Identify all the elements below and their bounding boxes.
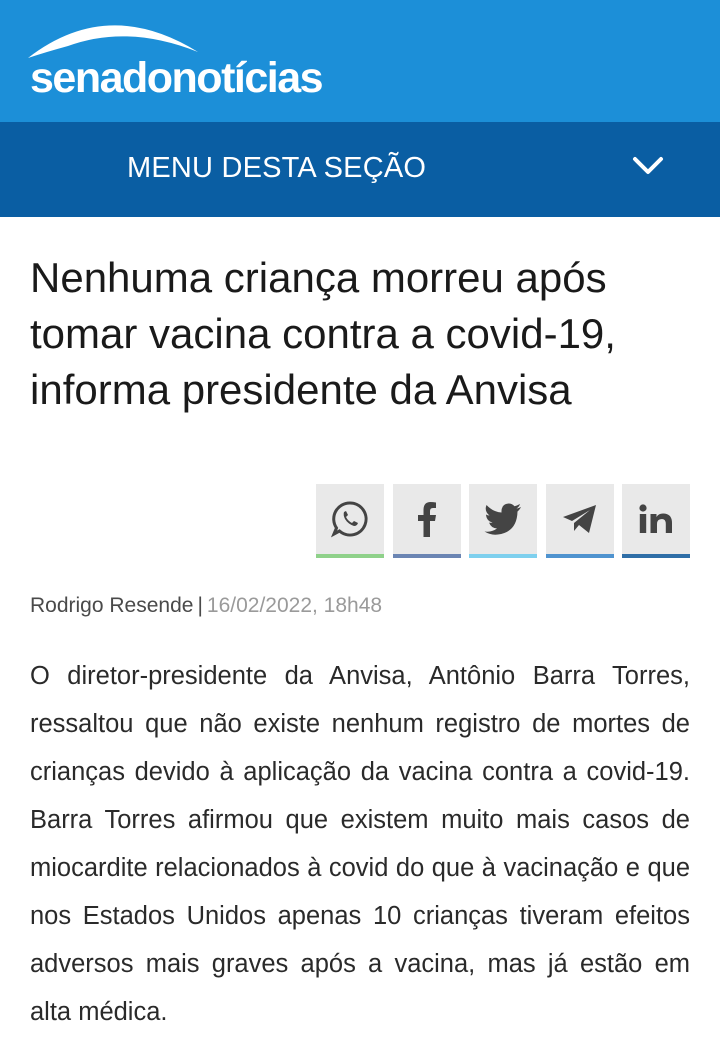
logo-text: senadonotícias	[30, 54, 324, 102]
chevron-down-icon[interactable]	[632, 155, 664, 177]
share-telegram-button[interactable]	[546, 484, 614, 559]
share-facebook-button[interactable]	[393, 484, 461, 559]
section-menu-label: MENU DESTA SEÇÃO	[127, 152, 427, 184]
site-logo[interactable]: senadonotícias	[28, 8, 398, 113]
share-underline	[546, 554, 614, 558]
share-underline	[469, 554, 537, 558]
telegram-icon	[563, 505, 596, 533]
article-author: Rodrigo Resende	[30, 594, 194, 617]
linkedin-icon	[639, 504, 672, 533]
article-date: 16/02/2022, 18h48	[206, 594, 383, 617]
arc-logo-icon	[28, 25, 198, 58]
whatsapp-icon	[331, 501, 368, 538]
article-body: O diretor-presidente da Anvisa, Antônio …	[30, 662, 690, 1026]
article-byline: Rodrigo Resende | 16/02/2022, 18h48	[30, 594, 382, 618]
twitter-icon	[484, 503, 521, 535]
share-linkedin-button[interactable]	[622, 484, 690, 559]
share-twitter-button[interactable]	[469, 484, 537, 559]
share-whatsapp-button[interactable]	[316, 484, 384, 559]
byline-separator: |	[197, 594, 203, 617]
share-underline	[622, 554, 690, 558]
section-menu-toggle[interactable]: MENU DESTA SEÇÃO	[0, 122, 720, 217]
share-underline	[316, 554, 384, 558]
facebook-icon	[418, 502, 436, 537]
site-header: senadonotícias	[0, 0, 720, 122]
share-underline	[393, 554, 461, 558]
article-title: Nenhuma criança morreu após tomar vacina…	[30, 254, 616, 413]
